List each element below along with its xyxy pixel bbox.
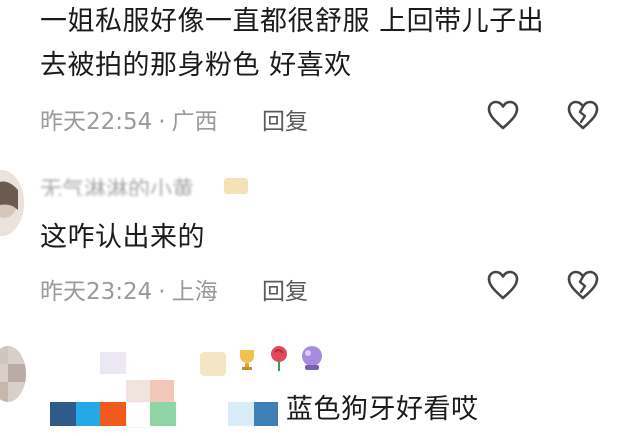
comment-meta: 昨天23:24 · 上海 xyxy=(40,272,218,306)
comment-username[interactable]: 无气淋淋的小黄 xyxy=(40,172,220,196)
meta-separator: · xyxy=(158,279,166,305)
comment-location: 广西 xyxy=(171,109,218,135)
broken-heart-icon[interactable] xyxy=(566,268,600,302)
avatar[interactable] xyxy=(0,346,26,402)
heart-outline-icon[interactable] xyxy=(486,268,520,302)
comment-time: 昨天23:24 xyxy=(40,279,153,305)
broken-heart-icon[interactable] xyxy=(566,98,600,132)
comment-text-line-1: 一姐私服好像一直都很舒服 上回带儿子出 xyxy=(40,6,545,37)
comment-location: 上海 xyxy=(171,279,218,305)
comment-time: 昨天22:54 xyxy=(40,109,153,135)
comment-text: 这咋认出来的 xyxy=(40,222,205,253)
comment-meta: 昨天22:54 · 广西 xyxy=(40,102,218,136)
badge-icon xyxy=(200,352,226,376)
reply-button[interactable]: 回复 xyxy=(262,272,308,306)
reply-button[interactable]: 回复 xyxy=(262,102,308,136)
rose-icon xyxy=(266,344,292,372)
heart-outline-icon[interactable] xyxy=(486,98,520,132)
comment-text: 蓝色狗牙好看哎 xyxy=(286,394,479,425)
crystal-ball-icon xyxy=(298,344,326,372)
avatar[interactable] xyxy=(0,170,24,236)
meta-separator: · xyxy=(158,109,166,135)
trophy-icon xyxy=(234,346,260,372)
comment-text-line-2: 去被拍的那身粉色 好喜欢 xyxy=(40,50,352,81)
user-badge xyxy=(224,178,248,194)
